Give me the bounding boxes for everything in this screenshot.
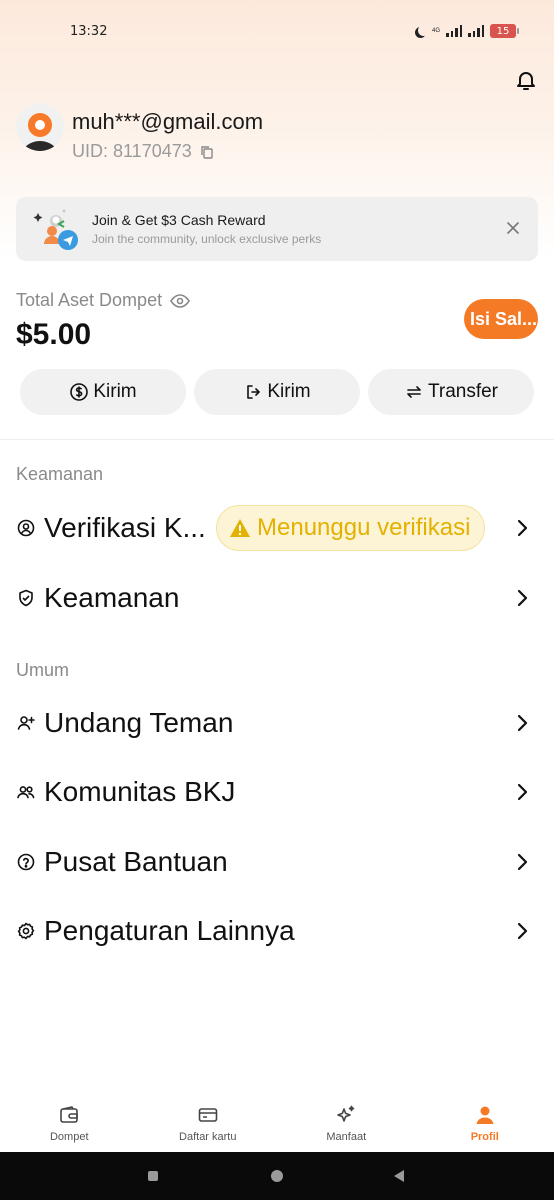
menu-label-help-center: Pusat Bantuan [44,846,228,877]
nav-label-benefits: Manfaat [326,1131,367,1143]
nav-label-card-list: Daftar kartu [179,1131,237,1143]
community-illustration-icon [33,209,78,250]
chevron-right-icon [517,589,528,607]
send-button[interactable]: Kirim [20,369,186,415]
copy-icon[interactable] [200,145,214,159]
wallet-icon [60,1106,79,1123]
chevron-right-icon [517,714,528,732]
chevron-right-icon [517,853,528,871]
shield-check-icon [19,589,33,607]
menu-label-invite-friends: Undang Teman [44,707,234,738]
menu-item-community[interactable]: Komunitas BKJ [0,767,554,817]
balance-value: $5.00 [16,318,92,351]
divider [0,439,554,440]
status-badge: Menunggu verifikasi [216,505,486,551]
community-banner[interactable]: Join & Get $3 Cash Reward Join the commu… [16,197,538,261]
send-out-button[interactable]: Kirim [194,369,360,415]
person-icon [476,1106,494,1124]
menu-label-community: Komunitas BKJ [44,776,236,807]
status-badge-label: Menunggu verifikasi [257,514,471,541]
menu-label-verification: Verifikasi K... [44,512,206,543]
menu-item-verification[interactable]: Verifikasi K... Menunggu verifikasi [0,503,554,553]
profile-header: muh***@gmail.com UID: 81170473 [16,103,263,162]
nav-item-card-list[interactable]: Daftar kartu [139,1090,278,1152]
profile-email: muh***@gmail.com [72,109,264,134]
transfer-button-label: Transfer [427,381,499,402]
section-title-security: Keamanan [16,464,104,484]
menu-item-security[interactable]: Keamanan [0,573,554,623]
recent-apps-button[interactable] [148,1171,158,1181]
signal-icon [446,25,462,37]
menu-item-invite-friends[interactable]: Undang Teman [0,698,554,748]
nav-label-profile: Profil [470,1131,499,1143]
transfer-button[interactable]: Transfer [368,369,534,415]
nav-item-profile[interactable]: Profil [416,1090,554,1152]
do-not-disturb-icon [418,25,429,36]
card-icon [198,1108,218,1122]
bottom-nav: Dompet Daftar kartu Manfaat Profil [0,1090,554,1152]
menu-label-security: Keamanan [44,582,180,613]
profile-uid: UID: 81170473 [72,141,192,161]
dollar-circle-icon [70,383,89,401]
battery-icon: 15 [490,24,519,38]
user-plus-icon [17,716,35,730]
signal-icon-2 [468,25,484,37]
sparkle-icon [337,1105,355,1122]
chevron-right-icon [517,783,528,801]
banner-subtitle: Join the community, unlock exclusive per… [92,232,322,246]
chevron-right-icon [517,922,528,940]
network-type: 4G [431,28,440,34]
nav-item-wallet[interactable]: Dompet [0,1090,139,1152]
action-buttons: Kirim Kirim Transfer [20,369,534,415]
banner-title: Join & Get $3 Cash Reward [92,212,266,228]
bell-icon[interactable] [514,68,538,92]
nav-label-wallet: Dompet [49,1131,89,1143]
balance-label: Total Aset Dompet [16,290,163,310]
back-button[interactable] [394,1170,404,1182]
menu-item-other-settings[interactable]: Pengaturan Lainnya [0,906,554,956]
avatar[interactable] [16,103,64,151]
status-time: 13:32 [70,23,108,39]
menu-item-help-center[interactable]: Pusat Bantuan [0,837,554,887]
send-button-label: Kirim [93,381,137,402]
user-circle-icon [17,519,35,537]
menu-label-other-settings: Pengaturan Lainnya [44,915,295,946]
logout-arrow-icon [247,385,261,399]
nav-item-benefits[interactable]: Manfaat [277,1090,416,1152]
help-circle-icon [17,853,35,871]
close-icon[interactable] [506,221,520,235]
status-icons: 4G 15 [415,24,519,38]
section-title-general: Umum [16,660,69,680]
topup-button[interactable]: Isi Sal... [464,299,538,339]
users-icon [17,786,35,799]
home-button[interactable] [271,1170,283,1182]
eye-icon[interactable] [170,293,191,308]
send-out-button-label: Kirim [267,381,311,402]
swap-arrows-icon [407,386,421,398]
system-nav-bar [0,1152,554,1200]
warning-icon [230,519,250,537]
chevron-right-icon [517,519,528,537]
gear-icon [17,922,35,940]
status-bar: 13:32 4G 15 [0,0,554,62]
